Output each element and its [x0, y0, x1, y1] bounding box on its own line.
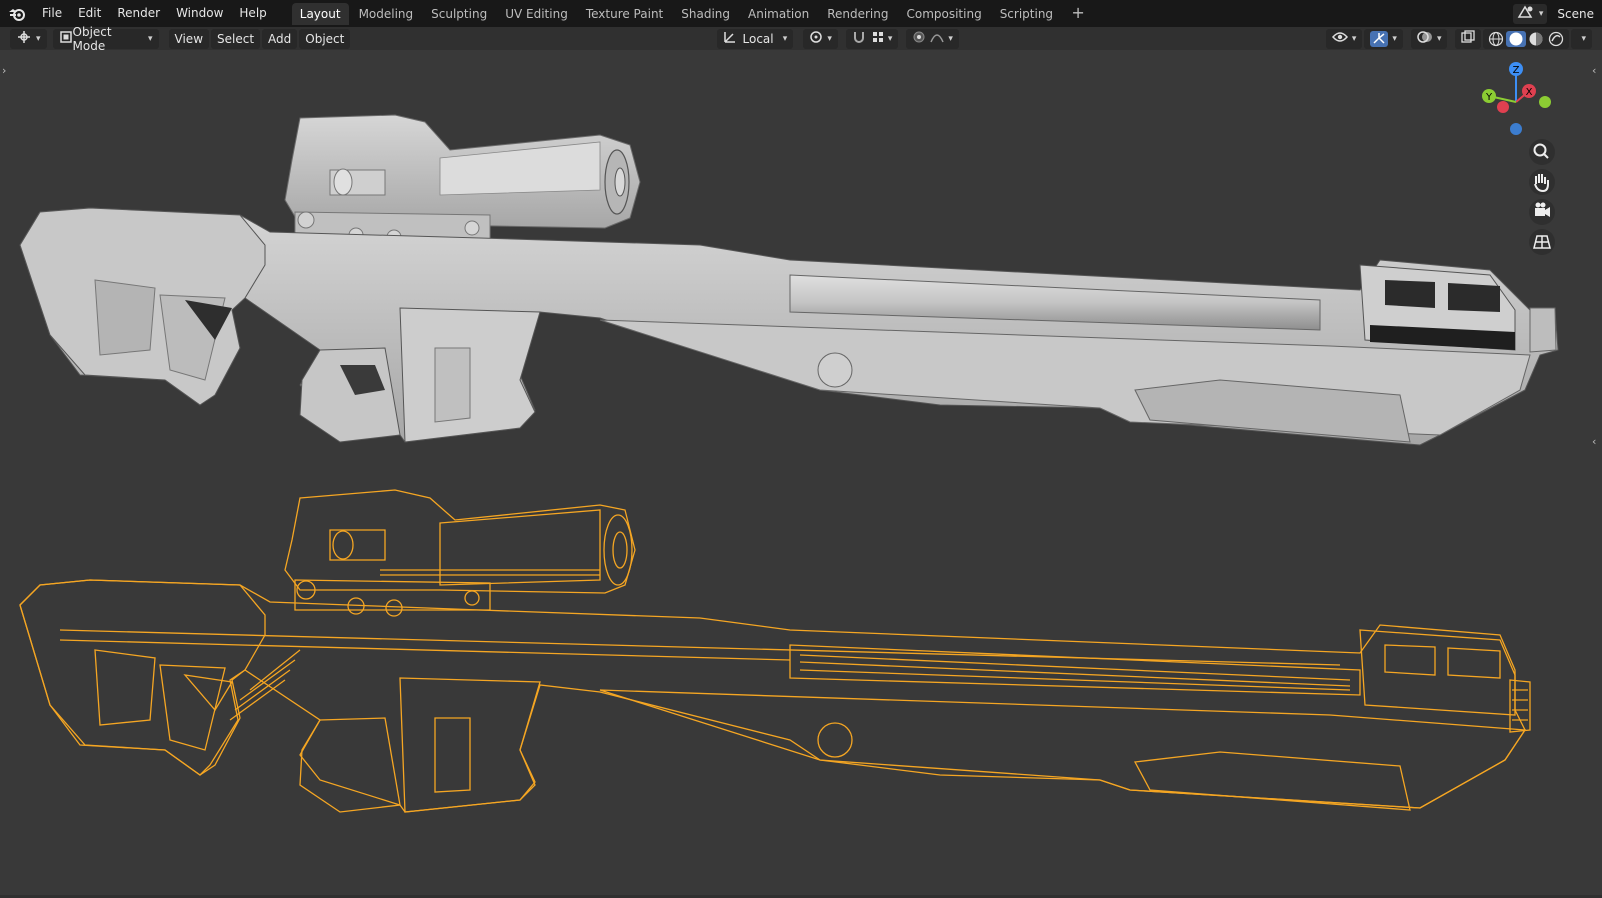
sidebar-expand-icon[interactable]: ‹ [1592, 64, 1596, 77]
object-mode-icon [59, 30, 73, 47]
transform-orientation-selector[interactable]: Local ▾ [717, 28, 794, 49]
camera-view-icon[interactable] [1529, 199, 1555, 225]
mode-label: Object Mode [72, 24, 112, 53]
chevron-down-icon: ▾ [1351, 33, 1357, 44]
menu-select[interactable]: Select [211, 28, 261, 49]
viewport-canvas[interactable]: Z X Y › ‹ ‹ [0, 50, 1602, 895]
chevron-down-icon: ▾ [1581, 33, 1586, 44]
mode-selector[interactable]: Object Mode ▾ [52, 25, 159, 53]
z-axis-label: Z [1513, 65, 1520, 76]
scene-selector[interactable]: ▾ [1512, 3, 1548, 24]
chevron-down-icon: ▾ [948, 33, 953, 44]
wireframe-shading-icon[interactable] [1486, 31, 1506, 47]
chevron-down-icon: ▾ [782, 33, 788, 44]
xray-toggle[interactable] [1455, 28, 1482, 49]
tab-layout[interactable]: Layout [291, 2, 349, 25]
rendered-shading-icon[interactable] [1546, 31, 1566, 47]
pan-hand-icon[interactable] [1529, 169, 1555, 195]
toolbar-expand-icon[interactable]: › [2, 64, 6, 77]
top-bar: File Edit Render Window Help Layout Mode… [0, 0, 1602, 27]
y-axis-label: Y [1485, 92, 1493, 103]
tab-sculpting[interactable]: Sculpting [423, 3, 495, 25]
proportional-icon [912, 30, 926, 47]
neg-z-axis-handle[interactable] [1510, 123, 1522, 135]
tab-texture-paint[interactable]: Texture Paint [578, 3, 671, 25]
gizmo-toggle[interactable]: ▾ [1364, 28, 1403, 49]
workspace-tabs: Layout Modeling Sculpting UV Editing Tex… [291, 0, 1087, 27]
shading-modes [1483, 28, 1570, 49]
visibility-selector[interactable]: ▾ [1325, 28, 1363, 49]
gizmo-icon [1370, 30, 1389, 47]
neg-x-axis-handle[interactable] [1497, 101, 1509, 113]
chevron-down-icon: ▾ [36, 33, 41, 44]
viewport-background [0, 50, 1602, 895]
tab-shading[interactable]: Shading [673, 3, 738, 25]
zoom-icon[interactable] [1529, 139, 1555, 165]
pivot-point-button[interactable]: ▾ [803, 28, 838, 49]
viewport-editor-icon [16, 30, 32, 47]
chevron-down-icon: ▾ [887, 33, 893, 44]
menu-window[interactable]: Window [168, 0, 231, 27]
viewport-header: ▾ Object Mode ▾ View Select Add Object L… [0, 25, 1602, 53]
perspective-grid-icon[interactable] [1529, 229, 1555, 255]
editor-type-button[interactable]: ▾ [10, 28, 47, 49]
overlays-icon [1417, 30, 1433, 47]
falloff-icon [930, 30, 945, 47]
scene-name[interactable]: Scene [1553, 7, 1602, 21]
menu-help[interactable]: Help [231, 0, 274, 27]
chevron-down-icon: ▾ [148, 33, 153, 44]
chevron-down-icon: ▾ [827, 33, 832, 44]
shading-options[interactable]: ▾ [1571, 28, 1592, 49]
orientation-icon [723, 30, 737, 47]
xray-icon [1461, 30, 1476, 47]
tab-scripting[interactable]: Scripting [992, 3, 1061, 25]
menu-render[interactable]: Render [109, 0, 168, 27]
sidebar-collapse-icon[interactable]: ‹ [1592, 435, 1596, 448]
blender-logo-icon[interactable] [0, 0, 34, 27]
add-workspace-button[interactable]: + [1069, 4, 1087, 23]
neg-y-axis-handle[interactable] [1539, 96, 1551, 108]
chevron-down-icon: ▾ [1392, 33, 1397, 44]
snap-toggle[interactable]: ▾ [845, 28, 899, 49]
menu-file[interactable]: File [34, 0, 70, 27]
snap-grid-icon [872, 31, 884, 46]
tab-rendering[interactable]: Rendering [819, 3, 896, 25]
overlays-toggle[interactable]: ▾ [1410, 28, 1448, 49]
tab-compositing[interactable]: Compositing [898, 3, 989, 25]
chevron-down-icon: ▾ [1538, 8, 1544, 19]
magnet-icon [852, 30, 866, 47]
menu-view[interactable]: View [168, 28, 210, 49]
tab-modeling[interactable]: Modeling [351, 3, 422, 25]
tab-animation[interactable]: Animation [740, 3, 817, 25]
3d-viewport[interactable]: Z X Y › ‹ ‹ [0, 50, 1602, 895]
scene-icon [1517, 5, 1535, 22]
menu-edit[interactable]: Edit [70, 0, 109, 27]
tab-uv-editing[interactable]: UV Editing [497, 3, 576, 25]
x-axis-label: X [1526, 87, 1533, 98]
orientation-label: Local [742, 31, 774, 46]
solid-shading-icon[interactable] [1506, 30, 1527, 47]
pivot-icon [809, 30, 823, 47]
material-shading-icon[interactable] [1526, 31, 1546, 47]
chevron-down-icon: ▾ [1436, 33, 1442, 44]
proportional-edit-toggle[interactable]: ▾ [906, 28, 959, 49]
eye-icon [1331, 31, 1348, 46]
menu-object[interactable]: Object [299, 28, 351, 49]
menu-add[interactable]: Add [262, 28, 298, 49]
